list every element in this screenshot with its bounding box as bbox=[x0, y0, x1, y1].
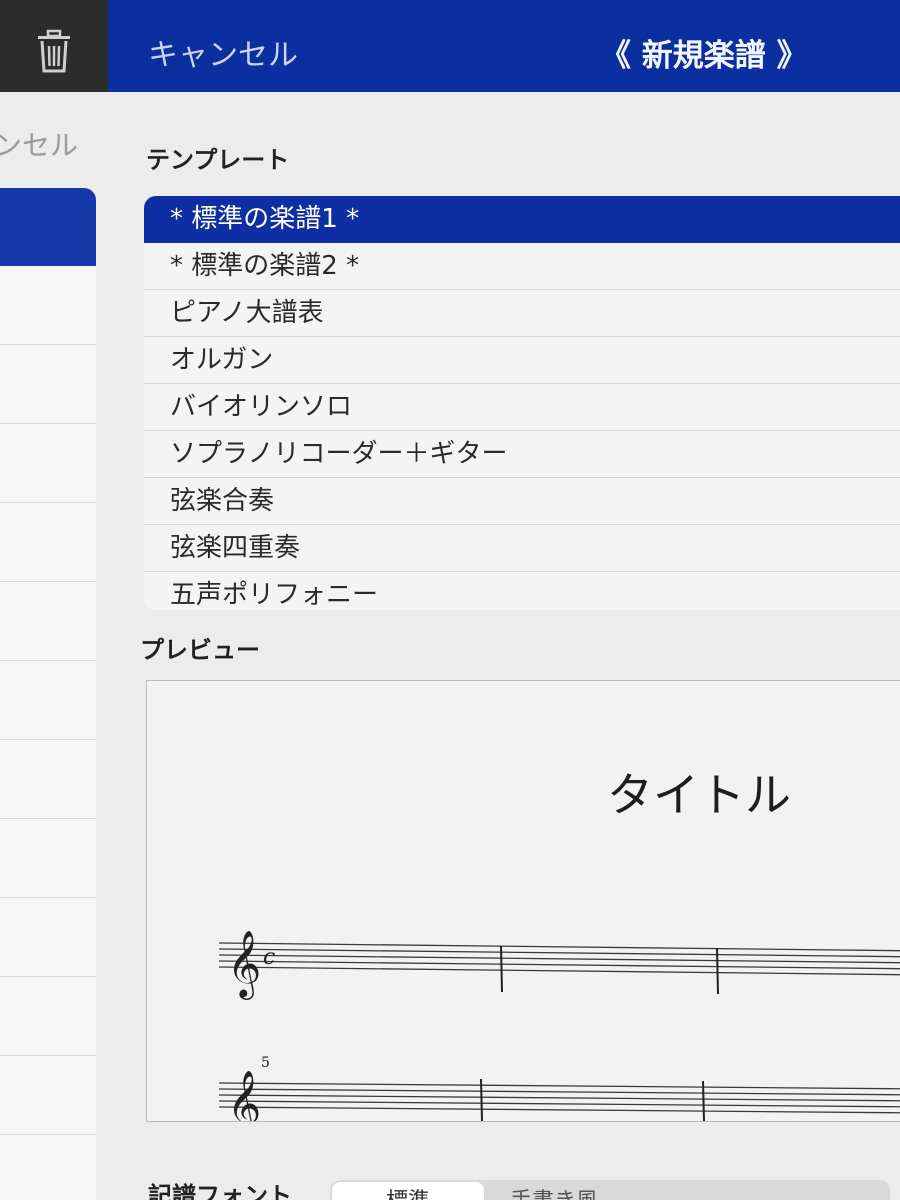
template-item-string-quartet[interactable]: 弦楽四重奏 bbox=[144, 525, 900, 572]
treble-clef-icon: 𝄞 bbox=[227, 929, 261, 1000]
template-item-organ[interactable]: オルガン bbox=[144, 337, 900, 384]
svg-text:𝄞: 𝄞 bbox=[227, 1069, 261, 1121]
font-option-standard[interactable]: 標準 bbox=[332, 1182, 484, 1200]
background-list-row[interactable] bbox=[0, 266, 96, 345]
template-item-standard-1[interactable]: * 標準の楽譜1 * bbox=[144, 196, 900, 243]
screen: ンセル キャンセル 《 新規楽譜 》 テンプレート * 標準の楽譜1 * * 標… bbox=[0, 0, 900, 1200]
background-list-row[interactable] bbox=[0, 819, 96, 898]
background-list-row[interactable] bbox=[0, 977, 96, 1056]
new-score-dialog: キャンセル 《 新規楽譜 》 テンプレート * 標準の楽譜1 * * 標準の楽譜… bbox=[108, 0, 900, 1200]
background-list-row[interactable] bbox=[0, 898, 96, 977]
svg-text:𝄞: 𝄞 bbox=[227, 929, 261, 1000]
background-cancel-button[interactable]: ンセル bbox=[0, 124, 78, 164]
dialog-title: 《 新規楽譜 》 bbox=[600, 38, 808, 74]
background-panel: ンセル bbox=[0, 0, 108, 1200]
staff-system-1 bbox=[218, 942, 900, 995]
measure-number: 5 bbox=[261, 1055, 270, 1071]
template-item-recorder-guitar[interactable]: ソプラノリコーダー＋ギター bbox=[144, 431, 900, 478]
barline bbox=[702, 1080, 705, 1121]
preview-section-label: プレビュー bbox=[140, 636, 260, 664]
background-list-row[interactable] bbox=[0, 424, 96, 503]
background-file-list bbox=[0, 188, 96, 1200]
time-signature: c bbox=[263, 945, 275, 970]
background-list-row[interactable] bbox=[0, 1056, 96, 1135]
background-toolbar bbox=[0, 0, 108, 92]
template-item-violin-solo[interactable]: バイオリンソロ bbox=[144, 384, 900, 431]
background-list-row[interactable] bbox=[0, 582, 96, 661]
notation-font-selector: 標準 手書き風 bbox=[330, 1180, 890, 1200]
template-item-string-ensemble[interactable]: 弦楽合奏 bbox=[144, 478, 900, 525]
background-list-row[interactable] bbox=[0, 503, 96, 582]
navigation-bar: キャンセル 《 新規楽譜 》 bbox=[108, 0, 900, 92]
background-list-row[interactable] bbox=[0, 740, 96, 819]
background-list-row[interactable] bbox=[0, 345, 96, 424]
template-item-piano[interactable]: ピアノ大譜表 bbox=[144, 290, 900, 337]
background-list-row[interactable] bbox=[0, 661, 96, 740]
template-section-label: テンプレート bbox=[146, 146, 290, 174]
template-list: * 標準の楽譜1 * * 標準の楽譜2 * ピアノ大譜表 オルガン バイオリンソ… bbox=[144, 196, 900, 610]
trash-icon[interactable] bbox=[34, 28, 74, 74]
score-preview: タイトル 𝄞 c 𝄞 5 bbox=[146, 680, 900, 1122]
background-selected-row[interactable] bbox=[0, 188, 96, 266]
font-option-handwritten[interactable]: 手書き風 bbox=[510, 1182, 598, 1200]
template-item-five-voice-polyphony[interactable]: 五声ポリフォニー bbox=[144, 572, 900, 610]
cancel-button[interactable]: キャンセル bbox=[148, 30, 298, 74]
treble-clef-icon: 𝄞 bbox=[227, 1069, 261, 1121]
notation-font-label: 記譜フォント bbox=[148, 1182, 292, 1200]
template-item-standard-2[interactable]: * 標準の楽譜2 * bbox=[144, 243, 900, 290]
barline bbox=[500, 945, 503, 993]
staff-preview: 𝄞 c 𝄞 5 bbox=[218, 929, 900, 1121]
staff-system-2 bbox=[218, 1078, 900, 1121]
barline bbox=[716, 947, 719, 995]
barline bbox=[480, 1078, 483, 1121]
